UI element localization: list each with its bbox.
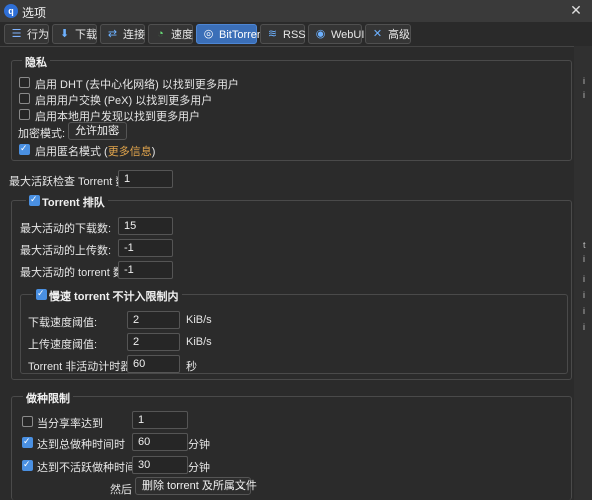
ul-threshold-input[interactable]: 2: [127, 333, 180, 351]
ul-threshold-label: 上传速度阈值:: [28, 339, 98, 351]
max-downloads-label: 最大活动的下载数:: [20, 223, 112, 235]
seeding-limits-legend: 做种限制: [23, 390, 73, 406]
tab-downloads[interactable]: ⬇ 下载: [52, 24, 97, 44]
slow-torrents-legend: 慢速 torrent 不计入限制内: [33, 288, 182, 304]
max-uploads-label: 最大活动的上传数:: [20, 245, 112, 257]
tools-icon: ✕: [372, 28, 383, 40]
ul-threshold-unit: KiB/s: [186, 336, 212, 348]
bittorrent-icon: ◎: [203, 28, 214, 40]
ratio-limit-checkbox[interactable]: [22, 416, 33, 427]
seeding-time-unit: 分钟: [188, 439, 210, 451]
max-checking-input[interactable]: 1: [118, 170, 173, 188]
privacy-legend: 隐私: [22, 54, 50, 70]
tab-webui[interactable]: ◉ WebUI: [308, 24, 365, 44]
encryption-select[interactable]: 允许加密 ⌄: [68, 122, 127, 140]
scrollbar[interactable]: [574, 46, 592, 500]
list-icon: ☰: [11, 28, 22, 40]
inactivity-timer-input[interactable]: 60: [127, 355, 180, 373]
ratio-limit-label: 当分享率达到: [37, 418, 103, 430]
tab-bar: ☰ 行为 ⬇ 下载 ⇄ 连接 ◔ 速度 ◎ BitTorrent ≋ RSS ◉…: [0, 22, 592, 47]
dl-threshold-label: 下载速度阈值:: [28, 317, 98, 329]
speed-icon: ◔: [157, 28, 164, 40]
pex-label: 启用用户交换 (PeX) 以找到更多用户: [35, 95, 213, 107]
edge-glyph: i: [583, 90, 585, 100]
tab-rss[interactable]: ≋ RSS: [260, 24, 306, 44]
tab-advanced[interactable]: ✕ 高级: [365, 24, 411, 44]
webui-icon: ◉: [315, 28, 326, 40]
edge-glyph: i: [583, 274, 585, 284]
then-action-select[interactable]: 删除 torrent 及所属文件 ⌄: [135, 477, 257, 495]
close-icon[interactable]: ✕: [569, 2, 583, 18]
inactive-seeding-checkbox[interactable]: [22, 459, 33, 471]
tab-label: 高级: [388, 29, 410, 41]
max-uploads-input[interactable]: -1: [118, 239, 173, 257]
ratio-limit-input[interactable]: 1: [132, 411, 188, 429]
max-torrents-label: 最大活动的 torrent 数:: [20, 267, 127, 279]
edge-glyph: t: [583, 240, 586, 250]
dht-checkbox[interactable]: [19, 77, 30, 88]
app-logo-icon: q: [4, 4, 18, 18]
edge-glyph: i: [583, 76, 585, 86]
slow-torrents-checkbox[interactable]: [36, 288, 47, 300]
lsd-checkbox[interactable]: [19, 109, 30, 120]
tab-label: 速度: [171, 29, 193, 41]
chevron-down-icon: ⌄: [113, 126, 121, 136]
rss-icon: ≋: [267, 28, 278, 40]
dl-threshold-unit: KiB/s: [186, 314, 212, 326]
dl-threshold-input[interactable]: 2: [127, 311, 180, 329]
tab-label: WebUI: [331, 29, 365, 41]
window-titlebar: q 选项 ✕: [0, 0, 592, 22]
edge-glyph: i: [583, 306, 585, 316]
edge-glyph: i: [583, 322, 585, 332]
tab-label: 连接: [123, 29, 145, 41]
seeding-time-label: 达到总做种时间时: [37, 439, 125, 451]
inactive-seeding-unit: 分钟: [188, 462, 210, 474]
more-info-link[interactable]: 更多信息: [108, 146, 152, 158]
encryption-label: 加密模式:: [18, 128, 66, 140]
tab-speed[interactable]: ◔ 速度: [148, 24, 193, 44]
inactivity-timer-unit: 秒: [186, 361, 197, 373]
anonymous-mode-checkbox[interactable]: [19, 143, 30, 155]
max-checking-label: 最大活跃检查 Torrent 数:: [9, 176, 130, 188]
chevron-down-icon: ⌄: [237, 481, 245, 491]
then-action-label: 然后: [110, 484, 132, 496]
tab-connection[interactable]: ⇄ 连接: [100, 24, 145, 44]
inactivity-timer-label: Torrent 非活动计时器:: [28, 361, 135, 373]
max-downloads-input[interactable]: 15: [118, 217, 173, 235]
tab-label: 下载: [75, 29, 97, 41]
seeding-time-input[interactable]: 60: [132, 433, 188, 451]
seeding-time-checkbox[interactable]: [22, 436, 33, 448]
edge-glyph: i: [583, 290, 585, 300]
tab-label: 行为: [27, 29, 49, 41]
tab-behavior[interactable]: ☰ 行为: [4, 24, 49, 44]
encryption-value: 允许加密: [75, 125, 119, 137]
queueing-checkbox[interactable]: [29, 194, 40, 206]
inactive-seeding-input[interactable]: 30: [132, 456, 188, 474]
pex-checkbox[interactable]: [19, 93, 30, 104]
anonymous-mode-label: 启用匿名模式 (更多信息): [35, 143, 155, 159]
download-icon: ⬇: [59, 28, 70, 40]
window-title: 选项: [22, 6, 47, 20]
dht-label: 启用 DHT (去中心化网络) 以找到更多用户: [35, 79, 239, 91]
anonymous-mode-text: 启用匿名模式 (: [35, 146, 108, 158]
max-torrents-input[interactable]: -1: [118, 261, 173, 279]
anonymous-mode-paren: ): [151, 146, 156, 158]
connection-icon: ⇄: [107, 28, 118, 40]
tab-bittorrent[interactable]: ◎ BitTorrent: [196, 24, 266, 44]
edge-glyph: i: [583, 254, 585, 264]
inactive-seeding-label: 达到不活跃做种时间时: [37, 462, 147, 474]
tab-label: RSS: [283, 29, 306, 41]
